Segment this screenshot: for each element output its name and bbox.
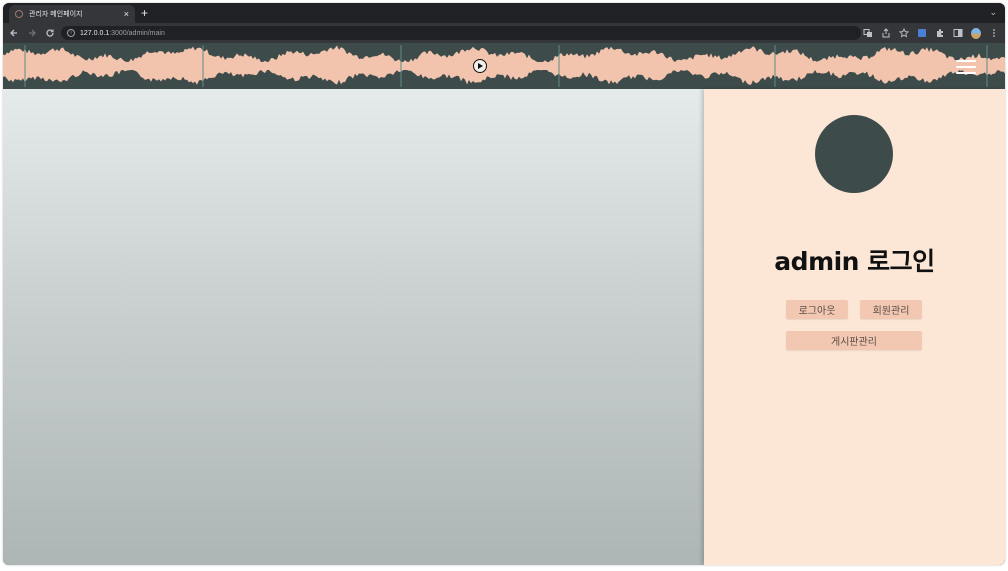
address-bar[interactable]: i 127.0.0.1 :3000/admin/main	[61, 26, 861, 40]
hamburger-menu-icon[interactable]	[956, 60, 976, 74]
admin-sidebar: admin 로그인 로그아웃 회원관리 게시판관리	[704, 89, 1005, 565]
logout-button[interactable]: 로그아웃	[786, 300, 848, 319]
extension-icon[interactable]	[917, 28, 927, 38]
kebab-menu-icon[interactable]	[989, 28, 999, 38]
browser-toolbar: i 127.0.0.1 :3000/admin/main	[3, 23, 1005, 43]
login-title: admin 로그인	[774, 247, 935, 276]
profile-avatar[interactable]	[971, 27, 981, 39]
favicon-icon	[15, 10, 23, 18]
browser-tab[interactable]: 관리자 메인페이지 ×	[9, 5, 135, 23]
reload-icon[interactable]	[43, 26, 57, 40]
new-tab-button[interactable]: +	[141, 7, 148, 19]
translate-icon[interactable]	[863, 28, 873, 38]
url-host: 127.0.0.1	[80, 29, 110, 37]
puzzle-icon[interactable]	[935, 28, 945, 38]
tab-search-icon[interactable]: ⌄	[989, 7, 997, 18]
side-panel-icon[interactable]	[953, 28, 963, 38]
back-arrow-icon[interactable]	[7, 26, 21, 40]
member-management-button[interactable]: 회원관리	[860, 300, 922, 319]
forward-arrow-icon[interactable]	[25, 26, 39, 40]
toolbar-icons	[863, 26, 999, 40]
main-content	[3, 89, 704, 565]
tab-close-icon[interactable]: ×	[124, 9, 129, 19]
bookmark-star-icon[interactable]	[899, 28, 909, 38]
url-path: :3000/admin/main	[109, 29, 165, 37]
share-icon[interactable]	[881, 28, 891, 38]
audio-waveform	[3, 45, 1005, 87]
tab-strip: 관리자 메인페이지 × + ⌄	[3, 3, 1005, 23]
waveform-shape	[3, 45, 1005, 85]
browser-window: 관리자 메인페이지 × + ⌄ i 127.0.0.1 :3000/admin/…	[3, 3, 1005, 565]
tab-title: 관리자 메인페이지	[29, 11, 83, 18]
board-management-button[interactable]: 게시판관리	[786, 331, 922, 350]
info-icon[interactable]: i	[67, 29, 75, 37]
avatar	[815, 115, 893, 193]
play-icon[interactable]	[473, 59, 487, 73]
site-header	[3, 43, 1005, 89]
